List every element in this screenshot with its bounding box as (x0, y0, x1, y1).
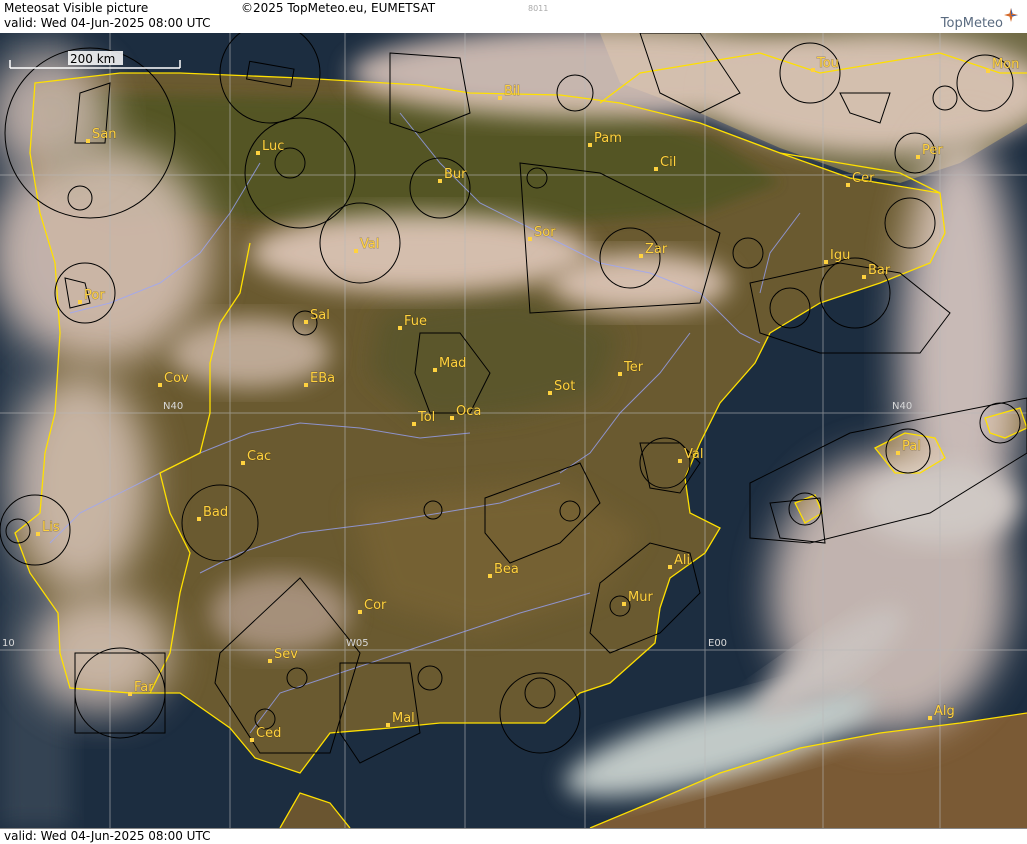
city-label: Sot (554, 379, 575, 394)
city-dot (354, 249, 358, 253)
city-label: Ali (674, 553, 690, 568)
city-dot (128, 692, 132, 696)
city-dot (412, 422, 416, 426)
city-dot (433, 368, 437, 372)
city-label: Mon (992, 57, 1019, 72)
city-label: San (92, 127, 116, 142)
city-label: Bil (504, 84, 520, 99)
lon-label-e00: E00 (708, 638, 727, 649)
city-label: Luc (262, 139, 284, 154)
city-label: Bar (868, 263, 891, 278)
city-dot (241, 461, 245, 465)
city-label: Zar (645, 242, 668, 257)
city-label: Tou (816, 56, 839, 71)
city-dot (916, 155, 920, 159)
city-dot (358, 610, 362, 614)
city-label: Mad (439, 356, 466, 371)
city-dot (528, 237, 532, 241)
city-dot (639, 254, 643, 258)
city-label: Por (84, 288, 105, 303)
satellite-map[interactable]: 200 km N40 N40 W05 E00 10 Bil San Luc Bur Pa… (0, 33, 1027, 828)
city-label: Lis (42, 520, 60, 535)
city-label: Tol (417, 410, 435, 425)
city-dot (986, 69, 990, 73)
city-label: Pam (594, 131, 622, 146)
city-dot (304, 383, 308, 387)
city-dot (896, 451, 900, 455)
city-label: Cac (247, 449, 271, 464)
city-dot (498, 96, 502, 100)
footer-valid-time: valid: Wed 04-Jun-2025 08:00 UTC (4, 829, 211, 843)
lon-label-w10: 10 (2, 638, 15, 649)
copyright-text: ©2025 TopMeteo.eu, EUMETSAT (241, 1, 436, 15)
city-dot (386, 723, 390, 727)
city-dot (928, 716, 932, 720)
city-label: Pal (902, 439, 921, 454)
city-dot (268, 659, 272, 663)
city-dot (86, 139, 90, 143)
footer-bar: valid: Wed 04-Jun-2025 08:00 UTC (0, 828, 1027, 844)
city-label: Sev (274, 647, 298, 662)
logo-text: TopMeteo (940, 16, 1003, 31)
city-dot (824, 260, 828, 264)
city-dot (588, 143, 592, 147)
city-label: Alg (934, 704, 955, 719)
city-label: Ter (623, 360, 644, 375)
city-label: Cor (364, 598, 387, 613)
city-dot (622, 602, 626, 606)
city-dot (304, 320, 308, 324)
city-label: Bea (494, 562, 519, 577)
city-dot (846, 183, 850, 187)
city-dot (488, 574, 492, 578)
city-label: Far (134, 680, 154, 695)
lat-label-n40-west: N40 (163, 401, 183, 412)
city-label: Igu (830, 248, 850, 263)
image-code: 8011 (528, 4, 549, 13)
city-label: Cov (164, 371, 189, 386)
city-dot (862, 275, 866, 279)
city-dot (678, 459, 682, 463)
city-label: Fue (404, 314, 427, 329)
city-label: Ced (256, 726, 281, 741)
city-dot (668, 565, 672, 569)
city-dot (450, 416, 454, 420)
city-dot (158, 383, 162, 387)
city-dot (250, 738, 254, 742)
city-dot (438, 179, 442, 183)
lon-label-w05: W05 (346, 638, 369, 649)
city-dot (654, 167, 658, 171)
city-dot (78, 300, 82, 304)
city-dot (197, 517, 201, 521)
scale-label: 200 km (70, 52, 115, 66)
valid-time: valid: Wed 04-Jun-2025 08:00 UTC (4, 16, 211, 30)
topmeteo-logo[interactable]: TopMeteo (909, 4, 1019, 31)
city-label: Cil (660, 155, 676, 170)
lat-label-n40-east: N40 (892, 401, 912, 412)
city-dot (398, 326, 402, 330)
city-label: Per (922, 143, 943, 158)
city-label: Val (684, 447, 703, 462)
city-label: Val (360, 237, 379, 252)
city-dot (36, 532, 40, 536)
city-label: Cer (852, 171, 875, 186)
compass-icon (1004, 8, 1018, 22)
city-label: Mal (392, 711, 415, 726)
header-bar: Meteosat Visible picture ©2025 TopMeteo.… (0, 0, 1027, 34)
product-title: Meteosat Visible picture (4, 1, 149, 15)
city-label: Sal (310, 308, 330, 323)
city-marker-pam[interactable]: Pam (588, 131, 622, 147)
city-marker-mad[interactable]: Mad (433, 356, 467, 372)
city-label: Mur (628, 590, 653, 605)
city-dot (256, 151, 260, 155)
city-dot (811, 68, 815, 72)
city-label: Bur (444, 167, 467, 182)
city-label: Bad (203, 505, 228, 520)
city-label: EBa (310, 371, 335, 386)
city-label: Oca (456, 404, 481, 419)
city-dot (548, 391, 552, 395)
city-label: Sor (534, 225, 556, 240)
city-dot (618, 372, 622, 376)
